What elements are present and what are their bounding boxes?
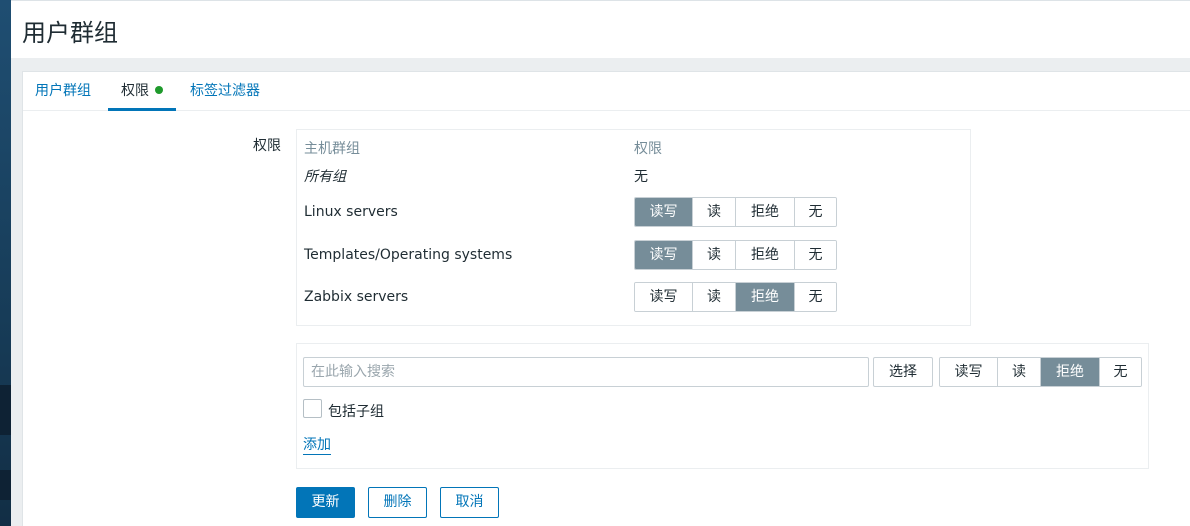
option-deny[interactable]: 拒绝 (736, 198, 795, 226)
permissions-table: 主机群组 权限 所有组 无 Linux servers 读写 读 拒绝 无 Te… (296, 129, 971, 326)
sidebar-band (0, 470, 11, 500)
tab-tag-filter[interactable]: 标签过滤器 (190, 72, 260, 111)
all-groups-value: 无 (634, 169, 648, 185)
option-read[interactable]: 读 (693, 198, 736, 226)
changed-indicator-dot (155, 86, 163, 94)
host-group-name: Zabbix servers (304, 289, 409, 305)
option-none[interactable]: 无 (795, 198, 836, 226)
option-deny[interactable]: 拒绝 (736, 283, 795, 311)
option-read-write[interactable]: 读写 (940, 358, 998, 386)
option-none[interactable]: 无 (1100, 358, 1141, 386)
cancel-button[interactable]: 取消 (440, 487, 499, 518)
page-title: 用户群组 (22, 19, 118, 47)
permissions-field-label: 权限 (253, 138, 281, 154)
option-read-write[interactable]: 读写 (635, 283, 693, 311)
page-header: 用户群组 (11, 0, 1190, 58)
option-read-write[interactable]: 读写 (635, 241, 693, 269)
add-link[interactable]: 添加 (303, 436, 331, 455)
include-subgroups-label: 包括子组 (328, 404, 384, 420)
column-header-permission: 权限 (634, 141, 662, 157)
tab-permissions-label: 权限 (121, 83, 149, 99)
add-permission-section: 选择 读写 读 拒绝 无 包括子组 添加 (296, 343, 1149, 469)
option-deny[interactable]: 拒绝 (736, 241, 795, 269)
option-read[interactable]: 读 (693, 283, 736, 311)
option-deny[interactable]: 拒绝 (1041, 358, 1100, 386)
tab-bar: 用户群组 权限 标签过滤器 (23, 72, 1190, 111)
option-read[interactable]: 读 (693, 241, 736, 269)
new-permission-radio-group: 读写 读 拒绝 无 (939, 357, 1142, 387)
include-subgroups-checkbox[interactable] (303, 399, 322, 418)
host-group-search-input[interactable] (303, 357, 869, 387)
option-read[interactable]: 读 (998, 358, 1041, 386)
permission-radio-group: 读写 读 拒绝 无 (634, 282, 837, 312)
permission-radio-group: 读写 读 拒绝 无 (634, 197, 837, 227)
option-read-write[interactable]: 读写 (635, 198, 693, 226)
all-groups-name: 所有组 (304, 169, 346, 185)
tab-user-group[interactable]: 用户群组 (35, 72, 91, 111)
column-header-host-group: 主机群组 (304, 141, 360, 157)
delete-button[interactable]: 删除 (368, 487, 427, 518)
update-button[interactable]: 更新 (296, 487, 355, 518)
host-group-name: Linux servers (304, 204, 398, 220)
sidebar-band (0, 385, 11, 435)
tab-permissions[interactable]: 权限 (108, 72, 176, 111)
host-group-name: Templates/Operating systems (304, 247, 513, 263)
option-none[interactable]: 无 (795, 283, 836, 311)
sidebar-strip (0, 0, 11, 526)
form-panel: 用户群组 权限 标签过滤器 权限 主机群组 权限 所有组 无 Linux ser… (22, 71, 1190, 526)
select-button[interactable]: 选择 (873, 357, 933, 387)
option-none[interactable]: 无 (795, 241, 836, 269)
permission-radio-group: 读写 读 拒绝 无 (634, 240, 837, 270)
